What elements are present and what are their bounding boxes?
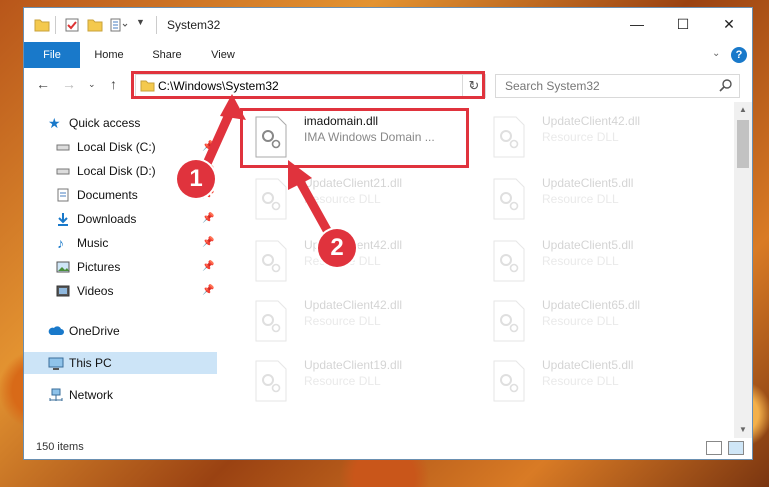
- arrow-1-head: [220, 94, 246, 120]
- annotation-arrows: [200, 94, 333, 237]
- step-1-badge: 1: [177, 160, 215, 198]
- step-2-badge: 2: [318, 229, 356, 267]
- arrow-2-shaft: [293, 173, 333, 237]
